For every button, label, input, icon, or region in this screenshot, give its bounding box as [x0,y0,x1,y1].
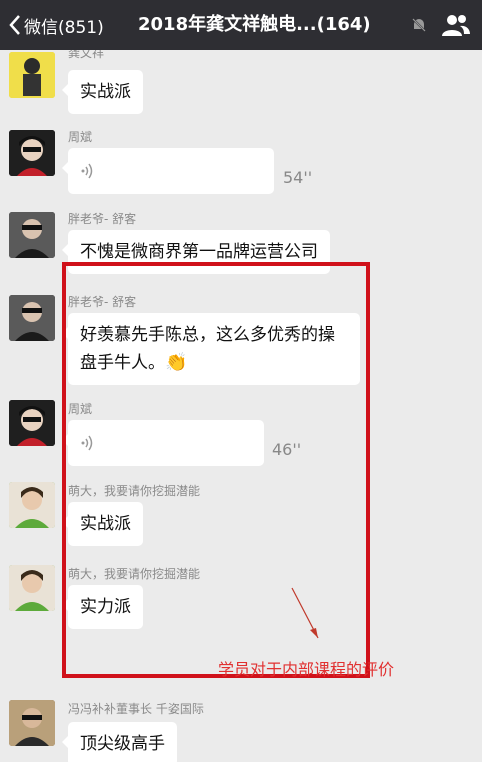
back-label: 微信(851) [24,17,104,38]
chevron-left-icon [9,15,20,35]
message-list[interactable]: 龚文祥 实战派 周斌 54'' 胖老爷- 舒客 不愧是微商界第一品牌运营公司 胖… [0,50,482,762]
chat-title: 2018年龚文祥触电...(164) [138,14,371,35]
back-button[interactable]: 微信(851) [8,0,104,50]
chat-header: 微信(851) 2018年龚文祥触电...(164) [0,0,482,50]
mute-bell-icon [411,17,427,33]
group-members-icon[interactable] [441,12,471,38]
annotation-text: 学员对于内部课程的评价 [218,660,395,679]
